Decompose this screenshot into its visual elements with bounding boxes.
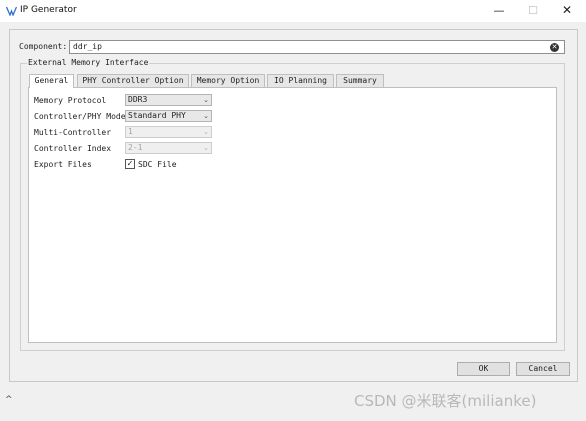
component-input[interactable]: ddr_ip ✕	[69, 40, 565, 54]
export-files-label: Export Files	[34, 160, 92, 169]
controller-index-value: 2-1	[128, 143, 143, 152]
chevron-down-icon: ⌄	[203, 96, 209, 104]
title-bar: IP Generator — ☐ ✕	[0, 0, 586, 22]
memory-protocol-value: DDR3	[128, 95, 148, 104]
close-button[interactable]: ✕	[550, 0, 584, 22]
tab-phy-controller-option[interactable]: PHY Controller Option	[77, 74, 189, 87]
tab-io-planning[interactable]: IO Planning	[267, 74, 334, 87]
multi-controller-select[interactable]: 1 ⌄	[125, 126, 212, 138]
ip-generator-logo-icon	[6, 6, 17, 16]
maximize-button[interactable]: ☐	[516, 0, 550, 22]
memory-protocol-select[interactable]: DDR3 ⌄	[125, 94, 212, 106]
general-tab-panel	[28, 87, 557, 343]
sdc-file-checkbox[interactable]: ✓	[125, 159, 135, 169]
memory-protocol-label: Memory Protocol	[34, 96, 107, 105]
chevron-up-icon[interactable]: ^	[5, 395, 13, 405]
component-value: ddr_ip	[73, 42, 102, 51]
chevron-down-icon: ⌄	[203, 144, 209, 152]
clear-icon[interactable]: ✕	[550, 43, 559, 52]
window-title: IP Generator	[20, 5, 77, 15]
multi-controller-label: Multi-Controller	[34, 128, 112, 137]
sdc-file-label: SDC File	[138, 160, 177, 169]
tab-summary[interactable]: Summary	[336, 74, 384, 87]
ok-button[interactable]: OK	[457, 362, 510, 376]
minimize-button[interactable]: —	[482, 0, 516, 22]
group-title: External Memory Interface	[27, 58, 150, 67]
controller-phy-mode-value: Standard PHY	[128, 111, 186, 120]
controller-index-label: Controller Index	[34, 144, 112, 153]
cancel-button[interactable]: Cancel	[516, 362, 570, 376]
component-label: Component:	[19, 42, 68, 51]
multi-controller-value: 1	[128, 127, 133, 136]
tab-general[interactable]: General	[29, 74, 74, 88]
chevron-down-icon: ⌄	[203, 128, 209, 136]
controller-phy-mode-label: Controller/PHY Mode	[34, 112, 126, 121]
controller-phy-mode-select[interactable]: Standard PHY ⌄	[125, 110, 212, 122]
watermark: CSDN @米联客(milianke)	[354, 392, 537, 410]
tab-memory-option[interactable]: Memory Option	[191, 74, 265, 87]
controller-index-select[interactable]: 2-1 ⌄	[125, 142, 212, 154]
chevron-down-icon: ⌄	[203, 112, 209, 120]
